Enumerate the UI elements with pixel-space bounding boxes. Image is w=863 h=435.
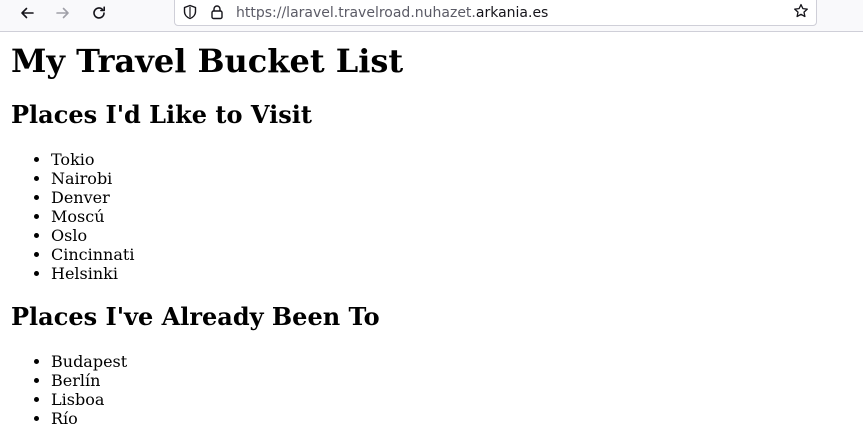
list-item: Lisboa [51,390,127,409]
list-item: Berlín [51,371,127,390]
list-item: Denver [51,188,134,207]
browser-toolbar: https://laravel.travelroad.nuhazet.arkan… [0,0,863,32]
list-item: Río [51,409,127,428]
shield-icon[interactable] [182,4,198,25]
list-item: Cincinnati [51,245,134,264]
forward-button[interactable] [51,1,75,25]
list-item: Budapest [51,352,127,371]
page-title: My Travel Bucket List [11,42,404,80]
list-item: Moscú [51,207,134,226]
address-bar[interactable]: https://laravel.travelroad.nuhazet.arkan… [174,0,817,26]
star-icon[interactable] [793,3,809,24]
visited-list: Budapest Berlín Lisboa Río [11,352,127,428]
to-visit-list: Tokio Nairobi Denver Moscú Oslo Cincinna… [11,150,134,283]
list-item: Oslo [51,226,134,245]
url-text[interactable]: https://laravel.travelroad.nuhazet.arkan… [236,4,548,22]
url-prefix: https://laravel.travelroad.nuhazet. [236,5,476,21]
section-heading-visited: Places I've Already Been To [11,302,380,331]
arrow-left-icon [19,5,35,21]
list-item: Nairobi [51,169,134,188]
list-item: Helsinki [51,264,134,283]
section-heading-to-visit: Places I'd Like to Visit [11,100,312,129]
url-domain: arkania.es [475,5,549,21]
reload-icon [91,5,107,21]
arrow-right-icon [55,5,71,21]
lock-icon[interactable] [209,4,225,25]
reload-button[interactable] [87,1,111,25]
back-button[interactable] [15,1,39,25]
list-item: Tokio [51,150,134,169]
